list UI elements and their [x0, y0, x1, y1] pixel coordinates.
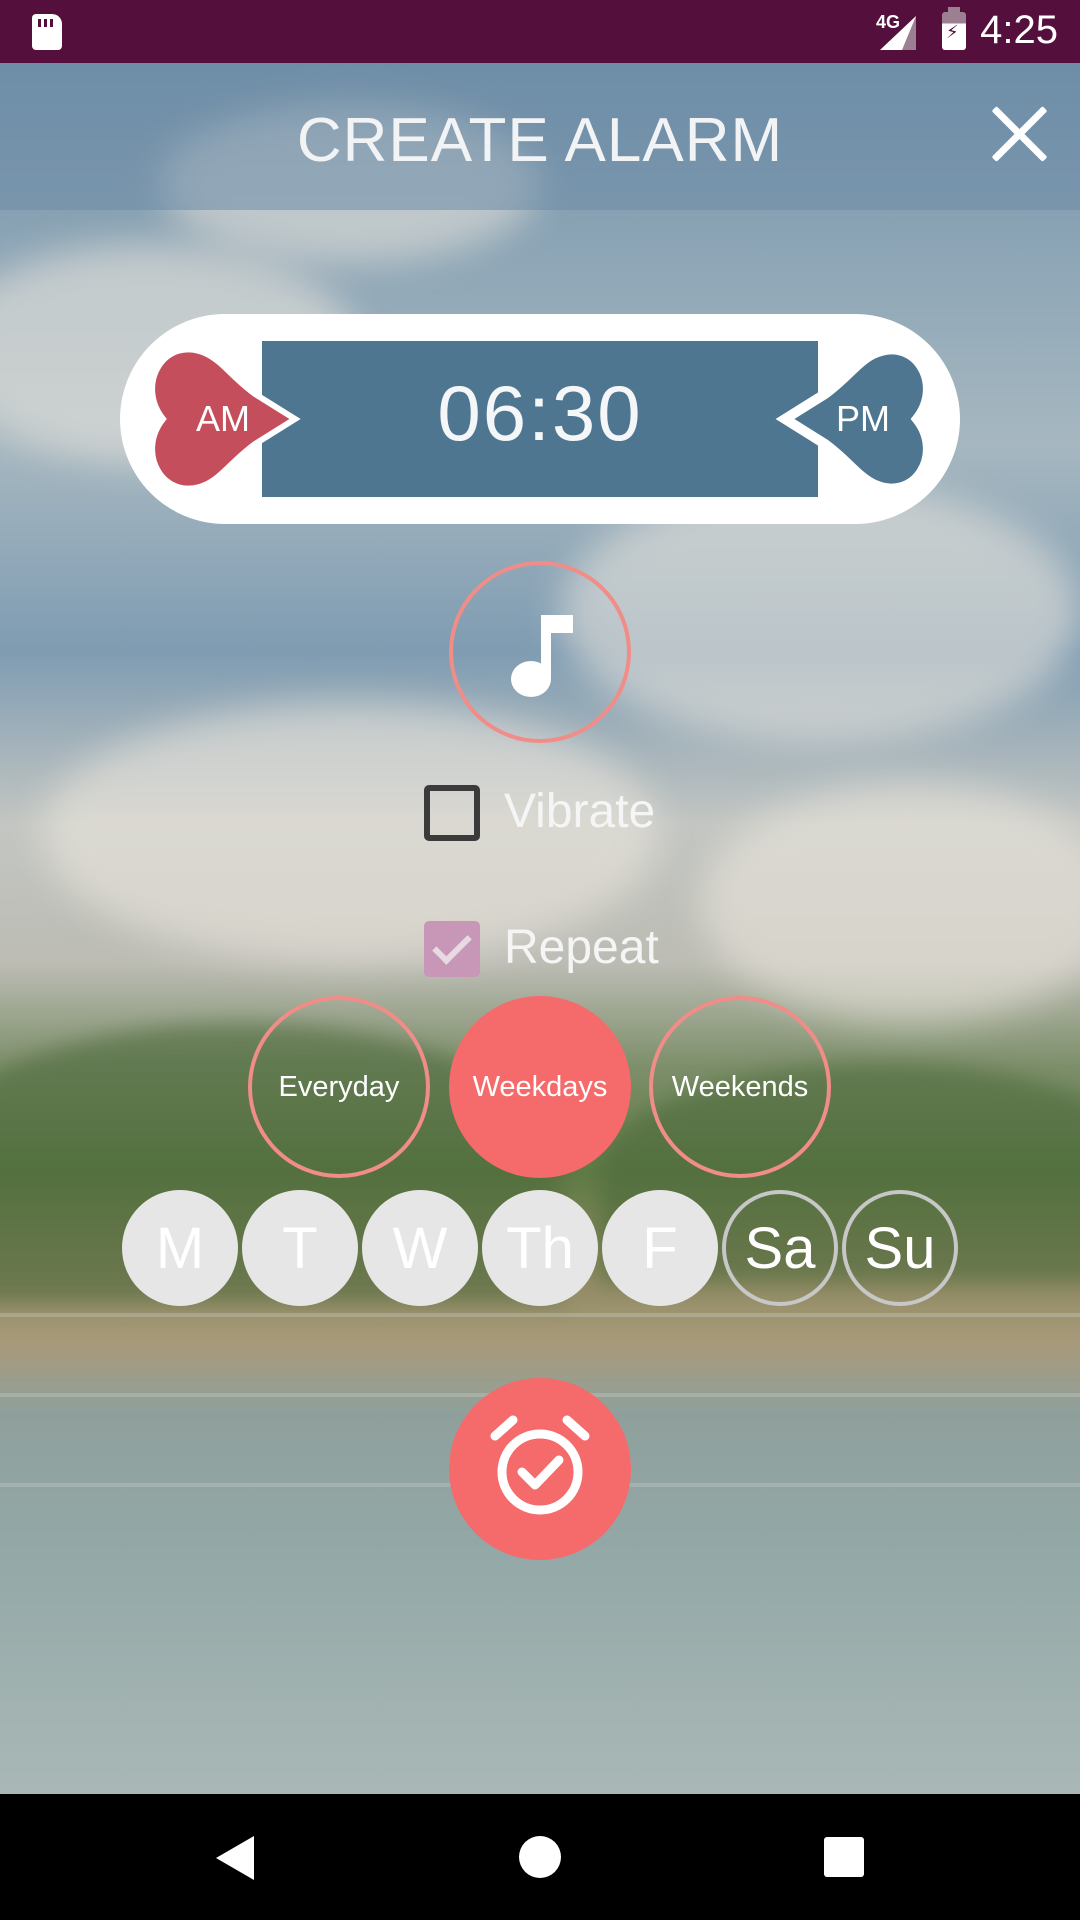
recents-icon[interactable] — [824, 1837, 864, 1877]
day-friday[interactable]: F — [602, 1190, 718, 1306]
pm-toggle[interactable]: PM — [808, 398, 918, 440]
preset-weekdays[interactable]: Weekdays — [449, 996, 631, 1178]
vibrate-checkbox[interactable] — [424, 785, 480, 841]
signal-icon — [880, 16, 916, 50]
water-line — [0, 1313, 1080, 1317]
sd-card-icon — [32, 14, 62, 50]
music-note-icon — [511, 615, 573, 697]
close-icon[interactable] — [988, 102, 1052, 166]
app-header: CREATE ALARM — [0, 63, 1080, 210]
day-sunday[interactable]: Su — [842, 1190, 958, 1306]
ringtone-button[interactable] — [449, 561, 631, 743]
cloud — [700, 783, 1080, 1023]
status-time: 4:25 — [980, 8, 1058, 52]
alarm-time[interactable]: 06:30 — [262, 368, 818, 459]
repeat-checkbox[interactable] — [424, 921, 480, 977]
day-tuesday[interactable]: T — [242, 1190, 358, 1306]
preset-everyday[interactable]: Everyday — [248, 996, 430, 1178]
back-icon[interactable] — [216, 1836, 254, 1880]
battery-charging-icon — [942, 7, 966, 50]
day-thursday[interactable]: Th — [482, 1190, 598, 1306]
day-saturday[interactable]: Sa — [722, 1190, 838, 1306]
alarm-check-icon — [490, 1415, 590, 1515]
page-title: CREATE ALARM — [296, 106, 784, 175]
day-wednesday[interactable]: W — [362, 1190, 478, 1306]
save-alarm-button[interactable] — [449, 1378, 631, 1560]
repeat-label: Repeat — [504, 921, 659, 974]
status-bar: 4G 4:25 — [0, 0, 1080, 63]
day-monday[interactable]: M — [122, 1190, 238, 1306]
home-icon[interactable] — [519, 1836, 561, 1878]
preset-weekends[interactable]: Weekends — [649, 996, 831, 1178]
vibrate-label: Vibrate — [504, 785, 656, 838]
